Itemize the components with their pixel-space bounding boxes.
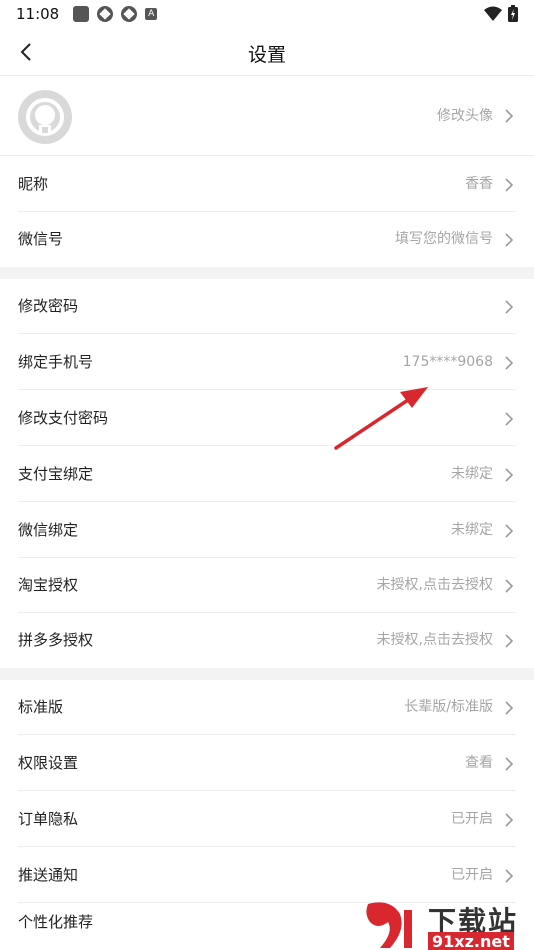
app-badge-icon: A bbox=[145, 8, 158, 20]
section-gap bbox=[0, 267, 534, 279]
row-label: 支付宝绑定 bbox=[18, 465, 94, 483]
row-value: 未绑定 bbox=[451, 466, 493, 482]
settings-row-version-mode[interactable]: 标准版 长辈版/标准版 bbox=[0, 680, 534, 735]
page-title: 设置 bbox=[247, 44, 286, 66]
watermark-domain: 91xz.net bbox=[428, 932, 514, 950]
row-divider bbox=[18, 790, 516, 791]
row-divider bbox=[18, 846, 516, 847]
chevron-right-icon bbox=[505, 701, 514, 715]
watermark: 下载站 91xz.net bbox=[360, 900, 530, 950]
status-time: 11:08 bbox=[16, 5, 60, 23]
app-notification-icon bbox=[97, 6, 114, 22]
chevron-right-icon bbox=[505, 412, 514, 426]
section-gap bbox=[0, 668, 534, 680]
row-value: 未绑定 bbox=[451, 522, 493, 538]
row-value: 未授权,点击去授权 bbox=[376, 632, 493, 648]
settings-row-nickname[interactable]: 昵称 香香 bbox=[0, 157, 534, 212]
row-label: 标准版 bbox=[18, 698, 64, 716]
avatar-row[interactable]: 修改头像 bbox=[0, 76, 534, 156]
chevron-right-icon bbox=[505, 524, 514, 538]
chevron-right-icon bbox=[505, 634, 514, 648]
chevron-right-icon bbox=[505, 300, 514, 314]
nav-bar: 设置 bbox=[0, 28, 534, 76]
settings-row-change-pay-password[interactable]: 修改支付密码 bbox=[0, 391, 534, 446]
row-label: 个性化推荐 bbox=[18, 913, 94, 931]
status-right bbox=[484, 5, 518, 22]
row-value: 香香 bbox=[465, 176, 493, 192]
row-label: 绑定手机号 bbox=[18, 353, 94, 371]
row-label: 微信绑定 bbox=[18, 521, 79, 539]
wifi-icon bbox=[484, 6, 502, 21]
row-label: 权限设置 bbox=[18, 754, 79, 772]
chevron-right-icon bbox=[505, 468, 514, 482]
avatar-change-label: 修改头像 bbox=[437, 108, 493, 124]
row-divider bbox=[18, 333, 516, 334]
default-avatar-icon bbox=[26, 98, 64, 136]
row-value: 未授权,点击去授权 bbox=[376, 577, 493, 593]
row-divider bbox=[18, 445, 516, 446]
row-label: 订单隐私 bbox=[18, 810, 79, 828]
settings-row-bind-phone[interactable]: 绑定手机号 175****9068 bbox=[0, 335, 534, 390]
settings-row-wechat-binding[interactable]: 微信绑定 未绑定 bbox=[0, 503, 534, 558]
chevron-right-icon bbox=[505, 869, 514, 883]
annotation-arrow-icon bbox=[334, 387, 428, 450]
chevron-right-icon bbox=[505, 356, 514, 370]
row-value: 长辈版/标准版 bbox=[404, 699, 493, 715]
row-label: 修改密码 bbox=[18, 297, 79, 315]
row-label: 昵称 bbox=[18, 175, 49, 193]
chevron-right-icon bbox=[505, 757, 514, 771]
settings-row-permissions[interactable]: 权限设置 查看 bbox=[0, 736, 534, 791]
settings-row-change-password[interactable]: 修改密码 bbox=[0, 279, 534, 334]
row-label: 修改支付密码 bbox=[18, 409, 109, 427]
row-divider bbox=[18, 501, 516, 502]
battery-icon bbox=[508, 5, 518, 22]
settings-row-pinduoduo-auth[interactable]: 拼多多授权 未授权,点击去授权 bbox=[0, 613, 534, 668]
row-label: 淘宝授权 bbox=[18, 576, 79, 594]
row-label: 拼多多授权 bbox=[18, 631, 94, 649]
avatar[interactable] bbox=[18, 90, 72, 144]
row-divider bbox=[18, 389, 516, 390]
chevron-right-icon bbox=[505, 109, 514, 123]
chevron-right-icon bbox=[505, 178, 514, 192]
row-label: 微信号 bbox=[18, 230, 64, 248]
settings-row-taobao-auth[interactable]: 淘宝授权 未授权,点击去授权 bbox=[0, 558, 534, 613]
row-value: 已开启 bbox=[451, 811, 493, 827]
chevron-right-icon bbox=[505, 813, 514, 827]
row-value: 填写您的微信号 bbox=[395, 231, 493, 247]
row-value: 查看 bbox=[465, 755, 493, 771]
status-notification-icons: A bbox=[73, 6, 158, 22]
watermark-logo-icon bbox=[366, 902, 412, 948]
app-notification-icon bbox=[73, 6, 90, 22]
settings-row-wechat-id[interactable]: 微信号 填写您的微信号 bbox=[0, 212, 534, 267]
row-divider bbox=[18, 734, 516, 735]
chevron-right-icon bbox=[505, 233, 514, 247]
settings-row-alipay-binding[interactable]: 支付宝绑定 未绑定 bbox=[0, 447, 534, 502]
status-bar: 11:08 A bbox=[0, 0, 534, 28]
settings-row-order-privacy[interactable]: 订单隐私 已开启 bbox=[0, 792, 534, 847]
chevron-right-icon bbox=[505, 579, 514, 593]
app-notification-icon bbox=[121, 6, 138, 22]
